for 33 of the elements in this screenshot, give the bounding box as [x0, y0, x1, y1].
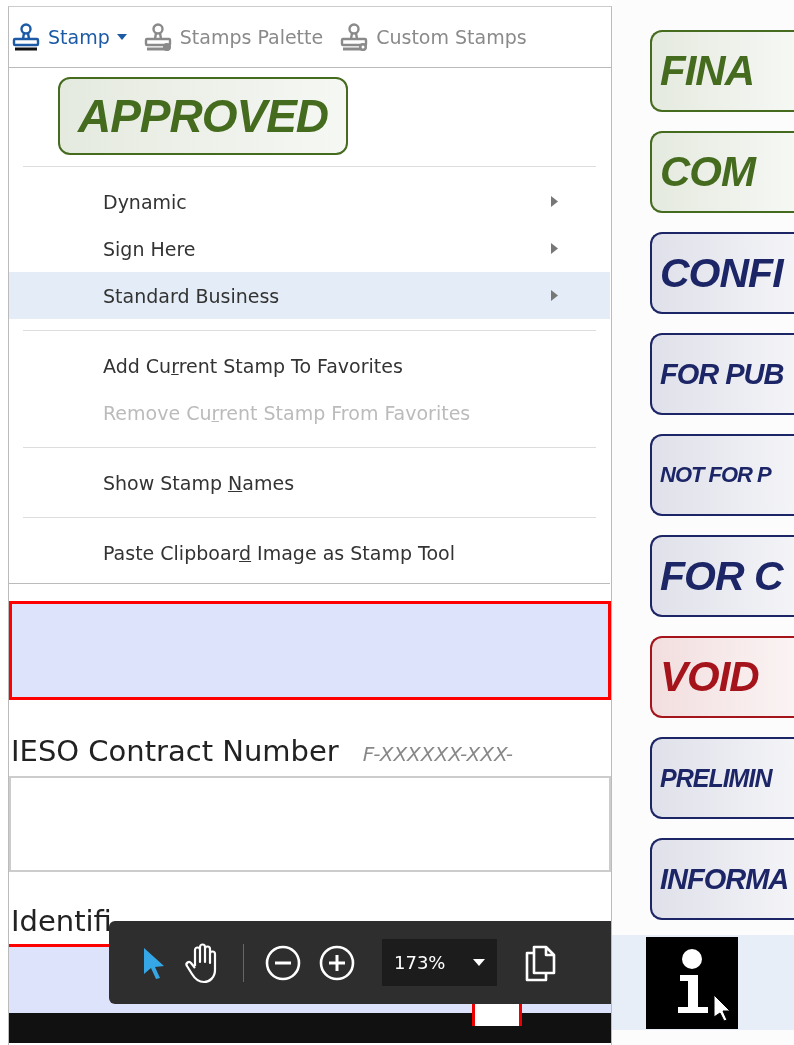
stamp-option[interactable]: INFORMA — [650, 838, 794, 920]
stamp-option[interactable]: VOID — [650, 636, 794, 718]
toolbar-button[interactable]: Stamps Palette — [142, 22, 324, 52]
zoom-in-icon[interactable] — [318, 943, 356, 982]
menu-item[interactable]: Sign Here — [9, 225, 610, 272]
field-label: Identifi — [10, 904, 112, 938]
menu-item[interactable]: Paste Clipboard Image as Stamp Tool — [9, 529, 610, 576]
caret-icon — [473, 959, 486, 966]
stamp-option[interactable]: NOT FOR P — [650, 434, 794, 516]
zoom-dropdown[interactable]: 173% — [382, 939, 498, 986]
stamp-gear-icon — [339, 22, 370, 52]
toolbar-button[interactable]: Custom Stamps — [339, 22, 527, 52]
stamp-option[interactable]: FOR PUB — [650, 333, 794, 415]
input-field[interactable] — [9, 776, 611, 872]
input-field[interactable] — [472, 1004, 522, 1026]
menu-item[interactable]: Standard Business — [9, 272, 610, 319]
menu-item[interactable]: Show Stamp Names — [9, 459, 610, 506]
info-icon[interactable] — [646, 936, 738, 1029]
stamp-preview[interactable]: APPROVED — [58, 77, 348, 155]
stamp-icon — [11, 22, 41, 52]
stamp-option[interactable]: PRELIMIN — [650, 737, 794, 819]
format-hint: F-XXXXXX-XXX- — [362, 742, 514, 766]
stamp-option[interactable]: COM — [650, 131, 794, 213]
input-field[interactable] — [9, 601, 611, 700]
toolbar-button[interactable]: Stamp — [11, 22, 127, 52]
field-label: IESO Contract Number — [10, 734, 339, 768]
zoom-out-icon[interactable] — [264, 943, 302, 982]
stamp-palette-icon — [142, 22, 173, 52]
menu-item[interactable]: Dynamic — [9, 178, 610, 225]
stamp-option[interactable]: CONFI — [650, 232, 794, 314]
menu-item[interactable]: Add Current Stamp To Favorites — [9, 342, 610, 389]
stamp-option[interactable]: FOR C — [650, 535, 794, 617]
stamp-option[interactable]: FINA — [650, 30, 794, 112]
